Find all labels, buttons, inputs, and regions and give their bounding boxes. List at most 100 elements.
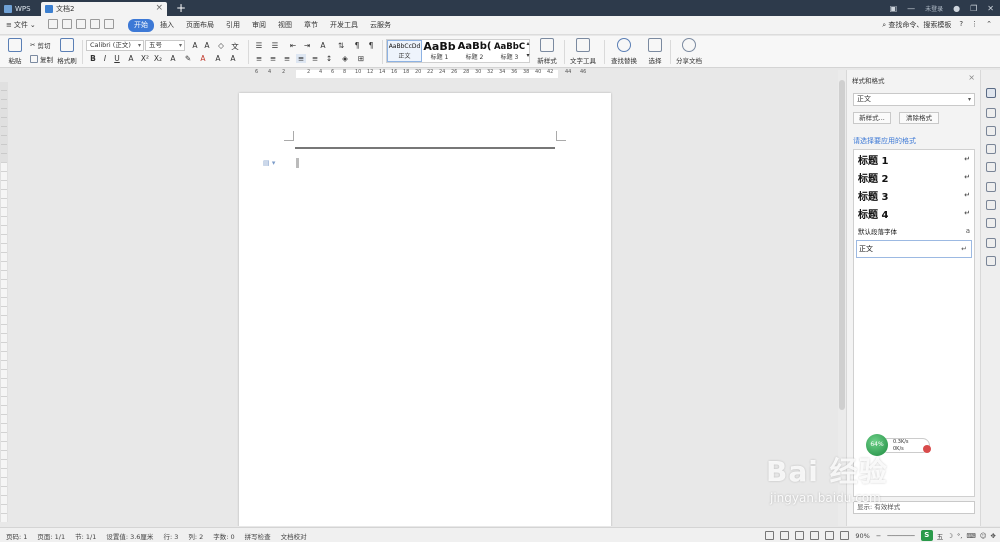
- tab-wps-home[interactable]: WPS: [0, 2, 40, 16]
- ime-mode[interactable]: 五: [937, 531, 944, 541]
- moon-icon[interactable]: ☽: [947, 532, 953, 540]
- new-tab-button[interactable]: +: [176, 0, 186, 16]
- vertical-ruler[interactable]: [0, 82, 8, 522]
- new-style-button[interactable]: 新样式: [534, 38, 560, 65]
- format-painter-button[interactable]: 格式刷: [56, 38, 78, 65]
- settings-sliders-icon[interactable]: [986, 144, 996, 154]
- scrollbar-thumb[interactable]: [839, 80, 845, 410]
- highlight-icon[interactable]: ✎: [183, 54, 193, 63]
- distribute-icon[interactable]: ≡: [310, 54, 320, 63]
- menu-cloud[interactable]: 云服务: [364, 19, 397, 32]
- style-pen-icon[interactable]: [986, 88, 996, 98]
- star-icon[interactable]: [986, 182, 996, 192]
- font-name-select[interactable]: Calibri (正文) ▾: [86, 40, 144, 51]
- decrease-indent-icon[interactable]: ⇤: [288, 41, 298, 50]
- line-spacing-icon[interactable]: ↕: [324, 54, 334, 63]
- show-marks-icon[interactable]: ¶: [352, 41, 362, 50]
- list-item-heading-4[interactable]: 标题 4 ↵: [854, 204, 974, 222]
- zoom-out-icon[interactable]: −: [876, 532, 881, 540]
- share-document-button[interactable]: 分享文档: [674, 38, 704, 65]
- menu-developer[interactable]: 开发工具: [324, 19, 364, 32]
- list-item-normal[interactable]: 正文 ↵: [856, 240, 972, 258]
- proofread-button[interactable]: 文档校对: [281, 531, 307, 541]
- grow-font-icon[interactable]: A: [190, 41, 200, 50]
- copy-button[interactable]: 复制: [30, 54, 53, 64]
- table-icon[interactable]: [986, 218, 996, 228]
- numbering-icon[interactable]: ☰: [270, 41, 280, 50]
- web-view-icon[interactable]: [825, 531, 835, 540]
- clear-format-icon[interactable]: ◇: [216, 41, 226, 50]
- paste-button[interactable]: 粘贴: [5, 38, 25, 65]
- spell-check-toggle[interactable]: 拼写检查: [245, 531, 271, 541]
- clipboard-icon[interactable]: [986, 162, 996, 172]
- subscript-icon[interactable]: X₂: [153, 54, 163, 63]
- borders-icon[interactable]: ⊞: [356, 54, 366, 63]
- close-window-button[interactable]: ✕: [987, 4, 994, 13]
- bullets-icon[interactable]: ☰: [254, 41, 264, 50]
- more-icon[interactable]: ⋮: [971, 20, 978, 30]
- eye-protection-icon[interactable]: [840, 531, 850, 540]
- help-icon[interactable]: [986, 256, 996, 266]
- keyboard-icon[interactable]: ⌨: [966, 532, 975, 540]
- menu-references[interactable]: 引用: [220, 19, 246, 32]
- align-left-icon[interactable]: ≡: [254, 54, 264, 63]
- sort-icon[interactable]: ⇅: [336, 41, 346, 50]
- gallery-more-icon[interactable]: ▾: [523, 52, 533, 59]
- menu-section[interactable]: 章节: [298, 19, 324, 32]
- fullscreen-icon[interactable]: [765, 531, 775, 540]
- bold-icon[interactable]: B: [88, 54, 98, 63]
- list-item-heading-2[interactable]: 标题 2 ↵: [854, 168, 974, 186]
- restore-button[interactable]: ❐: [970, 4, 977, 13]
- horizontal-ruler[interactable]: 6 4 2 2 4 6 8 10 12 14 16 18 20 22 24 26…: [0, 69, 838, 79]
- superscript-icon[interactable]: X²: [140, 54, 150, 63]
- avatar[interactable]: ●: [953, 4, 960, 13]
- user-icon[interactable]: ☺: [980, 532, 987, 540]
- cut-button[interactable]: ✂ 剪切: [30, 40, 50, 50]
- chinese-layout-icon[interactable]: A: [318, 41, 328, 50]
- justify-icon[interactable]: ≡: [296, 54, 306, 63]
- style-normal[interactable]: AaBbCcDd 正文: [387, 40, 422, 62]
- close-icon[interactable]: ×: [968, 73, 975, 82]
- share-icon[interactable]: [986, 200, 996, 210]
- status-word-count[interactable]: 字数: 0: [213, 531, 234, 541]
- style-heading-2[interactable]: AaBb( 标题 2: [457, 40, 492, 62]
- current-style-select[interactable]: 正文 ▾: [853, 93, 975, 106]
- style-heading-1[interactable]: AaBb 标题 1: [422, 40, 457, 62]
- shading-icon[interactable]: ◈: [340, 54, 350, 63]
- menu-page-layout[interactable]: 页面布局: [180, 19, 220, 32]
- document-canvas[interactable]: ▤ ▾: [8, 80, 838, 526]
- paragraph-handle-icon[interactable]: ▤ ▾: [263, 159, 275, 167]
- list-item-default-font[interactable]: 默认段落字体 a: [854, 222, 974, 240]
- page-view-icon[interactable]: [795, 531, 805, 540]
- status-pages[interactable]: 页面: 1/1: [37, 531, 65, 541]
- sogou-ime-icon[interactable]: S: [920, 530, 933, 541]
- font-size-select[interactable]: 五号 ▾: [145, 40, 185, 51]
- new-style-panel-button[interactable]: 新样式...: [853, 112, 891, 124]
- menu-insert[interactable]: 插入: [154, 19, 180, 32]
- undo-icon[interactable]: [90, 19, 100, 29]
- align-right-icon[interactable]: ≡: [282, 54, 292, 63]
- text-tools-button[interactable]: 文字工具: [568, 38, 598, 65]
- login-status[interactable]: 未登录: [925, 4, 943, 13]
- select-cursor-icon[interactable]: [986, 108, 996, 118]
- minimize-button[interactable]: —: [907, 4, 915, 13]
- history-icon[interactable]: [986, 238, 996, 248]
- char-border-icon[interactable]: A: [228, 54, 238, 63]
- list-item-heading-3[interactable]: 标题 3 ↵: [854, 186, 974, 204]
- reading-view-icon[interactable]: [780, 531, 790, 540]
- increase-indent-icon[interactable]: ⇥: [302, 41, 312, 50]
- text-effect-icon[interactable]: A: [168, 54, 178, 63]
- tools-icon[interactable]: ✥: [991, 532, 996, 540]
- collapse-ribbon-icon[interactable]: ⌃: [986, 20, 992, 30]
- save-icon[interactable]: [48, 19, 58, 29]
- close-tab-icon[interactable]: ×: [155, 3, 163, 13]
- font-color-icon[interactable]: A: [198, 54, 208, 63]
- italic-icon[interactable]: I: [100, 54, 110, 63]
- shape-icon[interactable]: [986, 126, 996, 136]
- zoom-slider[interactable]: ───────: [887, 532, 914, 540]
- phonetic-icon[interactable]: 文: [230, 41, 240, 52]
- skin-icon[interactable]: ▣: [890, 4, 898, 13]
- paragraph-settings-icon[interactable]: ¶: [366, 41, 376, 50]
- outline-view-icon[interactable]: [810, 531, 820, 540]
- gallery-scroll-up-icon[interactable]: ▴: [523, 40, 533, 47]
